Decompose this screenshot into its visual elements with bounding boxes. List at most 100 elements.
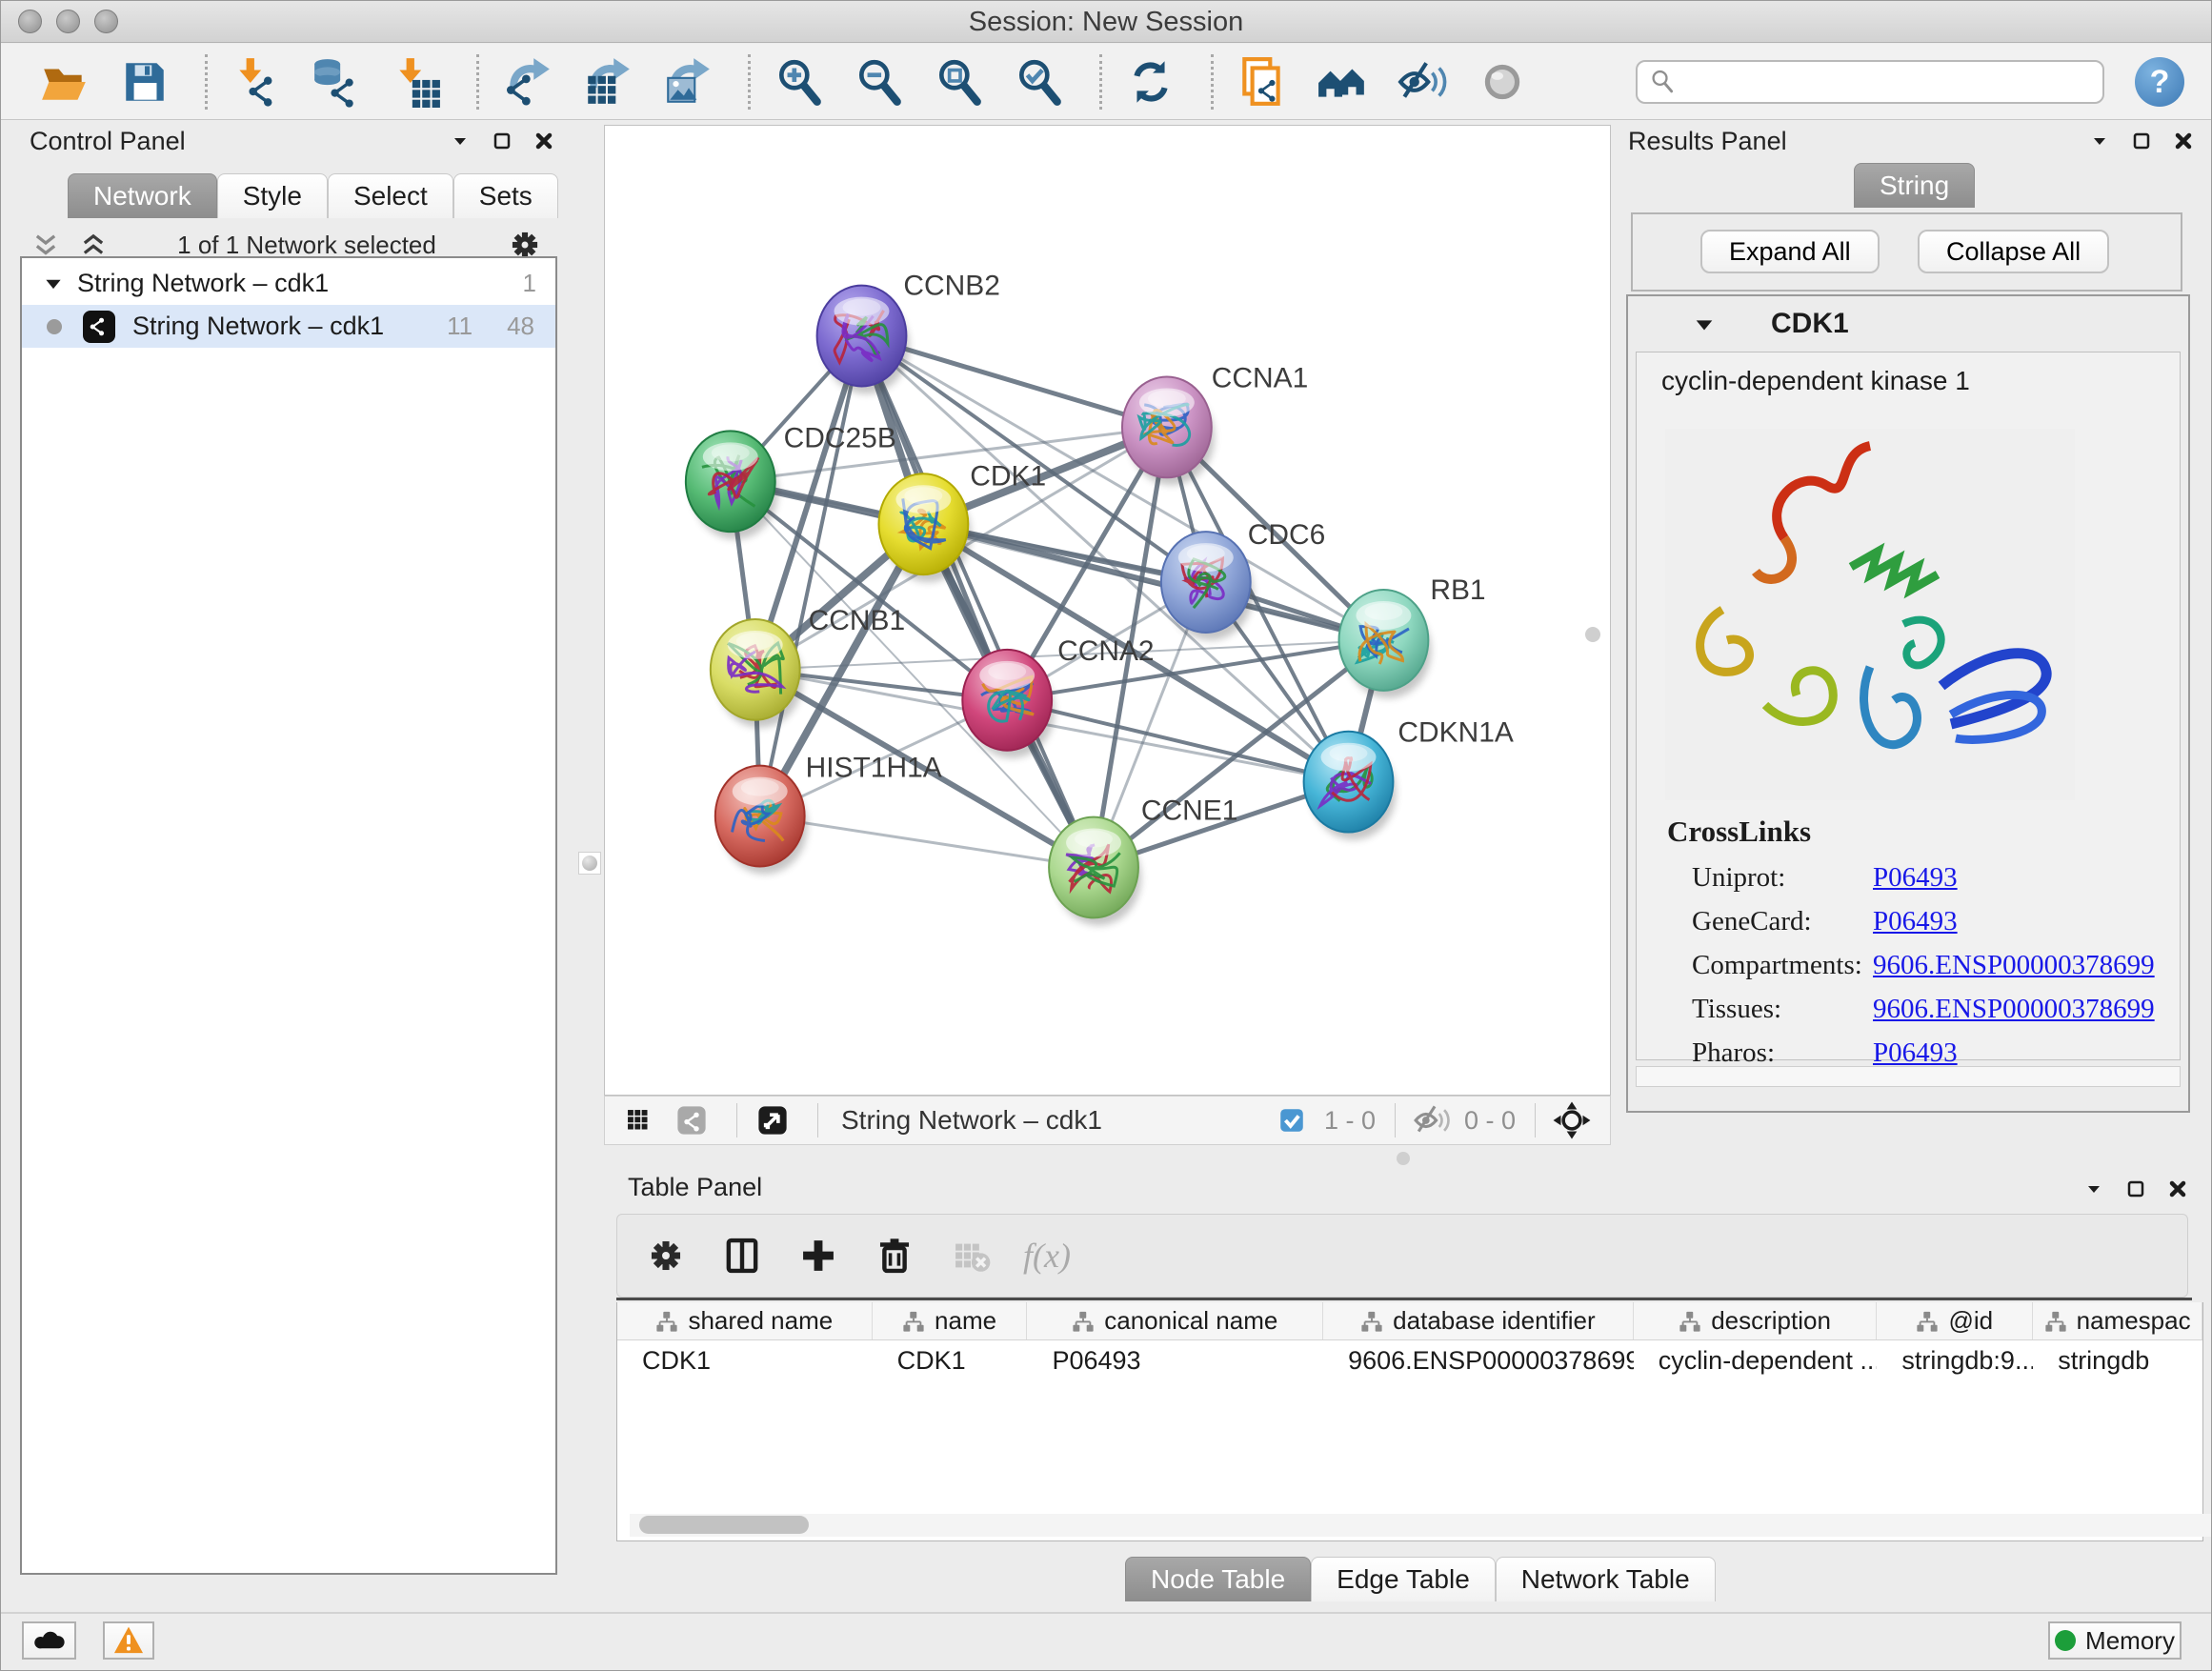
share-network-icon[interactable]: [670, 1098, 714, 1142]
selected-checkbox-icon[interactable]: [1269, 1097, 1315, 1143]
crosslink-value-link[interactable]: 9606.ENSP00000378699: [1873, 994, 2155, 1037]
close-panel-icon[interactable]: [532, 129, 556, 153]
left-splitter-handle[interactable]: [578, 852, 601, 875]
node-label-CCNA2: CCNA2: [1057, 635, 1154, 667]
open-session-icon[interactable]: [37, 54, 92, 110]
table-cell: P06493: [1027, 1340, 1323, 1380]
network-collection-row[interactable]: String Network – cdk1 1: [22, 262, 555, 305]
column-header-database-identifier[interactable]: database identifier: [1323, 1302, 1634, 1339]
table-row[interactable]: CDK1CDK1P064939606.ENSP00000378699cyclin…: [617, 1340, 2202, 1380]
network-node-CDK1[interactable]: [878, 473, 971, 582]
export-view-icon[interactable]: [751, 1098, 794, 1142]
collapse-panel-icon[interactable]: [2081, 1177, 2106, 1201]
export-network-icon[interactable]: [500, 54, 555, 110]
protein-entry-header[interactable]: CDK1: [1628, 296, 2188, 352]
close-panel-icon[interactable]: [2171, 129, 2196, 153]
cloud-icon[interactable]: [22, 1621, 76, 1660]
birdseye-icon[interactable]: [1549, 1097, 1595, 1143]
save-session-icon[interactable]: [117, 54, 172, 110]
warning-icon[interactable]: [103, 1621, 154, 1660]
tab-network-table[interactable]: Network Table: [1496, 1557, 1716, 1601]
network-node-RB1[interactable]: [1339, 590, 1432, 698]
table-hscroll-thumb[interactable]: [639, 1516, 809, 1534]
import-network-database-icon[interactable]: [309, 54, 364, 110]
network-node-CCNB2[interactable]: [817, 286, 910, 394]
entry-collapse-icon[interactable]: [1693, 313, 1716, 336]
zoom-in-icon[interactable]: [772, 54, 827, 110]
search-input[interactable]: [1687, 67, 2091, 98]
column-header-canonical-name[interactable]: canonical name: [1027, 1302, 1323, 1339]
network-row-selected[interactable]: String Network – cdk1 11 48: [22, 305, 555, 348]
zoom-out-icon[interactable]: [852, 54, 907, 110]
tab-sets[interactable]: Sets: [453, 173, 558, 218]
network-node-HIST1H1A[interactable]: [715, 766, 808, 875]
node-label-CDKN1A: CDKN1A: [1398, 717, 1513, 749]
close-panel-icon[interactable]: [2165, 1177, 2190, 1201]
crosslink-row: Tissues:9606.ENSP00000378699: [1692, 994, 2168, 1037]
float-panel-icon[interactable]: [2123, 1177, 2148, 1201]
collapse-panel-icon[interactable]: [448, 129, 473, 153]
network-canvas[interactable]: CCNB2 CCNA1 CDC25B CDK1 CDC6 RB1 CCNB1: [604, 125, 1611, 1096]
tab-edge-table[interactable]: Edge Table: [1311, 1557, 1496, 1601]
first-neighbors-icon[interactable]: [1315, 54, 1370, 110]
collapse-all-button[interactable]: Collapse All: [1918, 230, 2109, 273]
column-header-shared-name[interactable]: shared name: [617, 1302, 873, 1339]
search-input-box[interactable]: [1636, 60, 2104, 104]
tab-node-table[interactable]: Node Table: [1125, 1557, 1311, 1601]
function-builder-icon[interactable]: f(x): [1023, 1232, 1071, 1279]
show-columns-icon[interactable]: [718, 1232, 766, 1279]
table-cell: stringdb: [2033, 1340, 2202, 1380]
network-node-CDKN1A[interactable]: [1304, 732, 1397, 840]
import-network-file-icon[interactable]: [229, 54, 284, 110]
zoom-fit-icon[interactable]: [932, 54, 987, 110]
crosslink-value-link[interactable]: P06493: [1873, 862, 1958, 906]
table-hscrollbar[interactable]: [630, 1514, 2212, 1537]
memory-label: Memory: [2085, 1626, 2175, 1656]
refresh-layout-icon[interactable]: [1123, 54, 1178, 110]
column-header-description[interactable]: description: [1634, 1302, 1878, 1339]
import-table-icon[interactable]: [389, 54, 444, 110]
horizontal-splitter-handle[interactable]: [1397, 1152, 1410, 1165]
hidden-eye-icon[interactable]: [1409, 1097, 1455, 1143]
column-header-name[interactable]: name: [873, 1302, 1028, 1339]
network-node-CCNE1[interactable]: [1049, 817, 1141, 926]
network-node-CDC25B[interactable]: [686, 431, 778, 539]
protein-details: cyclin-dependent kinase 1 CrossLinks Uni…: [1636, 352, 2181, 1060]
network-node-CCNA1[interactable]: [1122, 376, 1215, 485]
gear-icon[interactable]: [642, 1232, 690, 1279]
tab-style[interactable]: Style: [217, 173, 328, 218]
results-scrollbar[interactable]: [1636, 1066, 2181, 1087]
tree-collapse-icon[interactable]: [43, 273, 64, 294]
expand-all-button[interactable]: Expand All: [1700, 230, 1880, 273]
visual-properties-icon[interactable]: [1475, 54, 1530, 110]
crosslink-value-link[interactable]: 9606.ENSP00000378699: [1873, 950, 2155, 994]
column-header-@id[interactable]: @id: [1877, 1302, 2033, 1339]
network-document-icon[interactable]: [1235, 54, 1290, 110]
float-panel-icon[interactable]: [490, 129, 514, 153]
zoom-selected-icon[interactable]: [1012, 54, 1067, 110]
float-panel-icon[interactable]: [2129, 129, 2154, 153]
crosslink-value-link[interactable]: P06493: [1873, 906, 1958, 950]
node-label-CDC6: CDC6: [1248, 519, 1326, 551]
memory-button[interactable]: Memory: [2048, 1621, 2182, 1660]
export-table-icon[interactable]: [580, 54, 635, 110]
crosslink-row: Uniprot:P06493: [1692, 862, 2168, 906]
network-node-CCNB1[interactable]: [711, 619, 803, 728]
export-image-icon[interactable]: [660, 54, 715, 110]
tab-network[interactable]: Network: [68, 173, 217, 218]
collapse-panel-icon[interactable]: [2087, 129, 2112, 153]
protein-structure-image: [1665, 429, 2075, 800]
table-cell: CDK1: [617, 1340, 873, 1380]
delete-table-icon[interactable]: [947, 1232, 995, 1279]
add-column-icon[interactable]: [794, 1232, 842, 1279]
tab-string[interactable]: String: [1854, 163, 1975, 208]
delete-column-icon[interactable]: [871, 1232, 918, 1279]
node-label-CDK1: CDK1: [970, 460, 1046, 492]
protein-name: CDK1: [1771, 308, 1849, 340]
help-icon[interactable]: ?: [2135, 57, 2184, 107]
tab-select[interactable]: Select: [328, 173, 453, 218]
grid-view-icon[interactable]: [616, 1098, 660, 1142]
right-splitter-handle[interactable]: [1585, 627, 1600, 642]
column-header-namespac[interactable]: namespac: [2033, 1302, 2202, 1339]
show-hide-icon[interactable]: [1395, 54, 1450, 110]
